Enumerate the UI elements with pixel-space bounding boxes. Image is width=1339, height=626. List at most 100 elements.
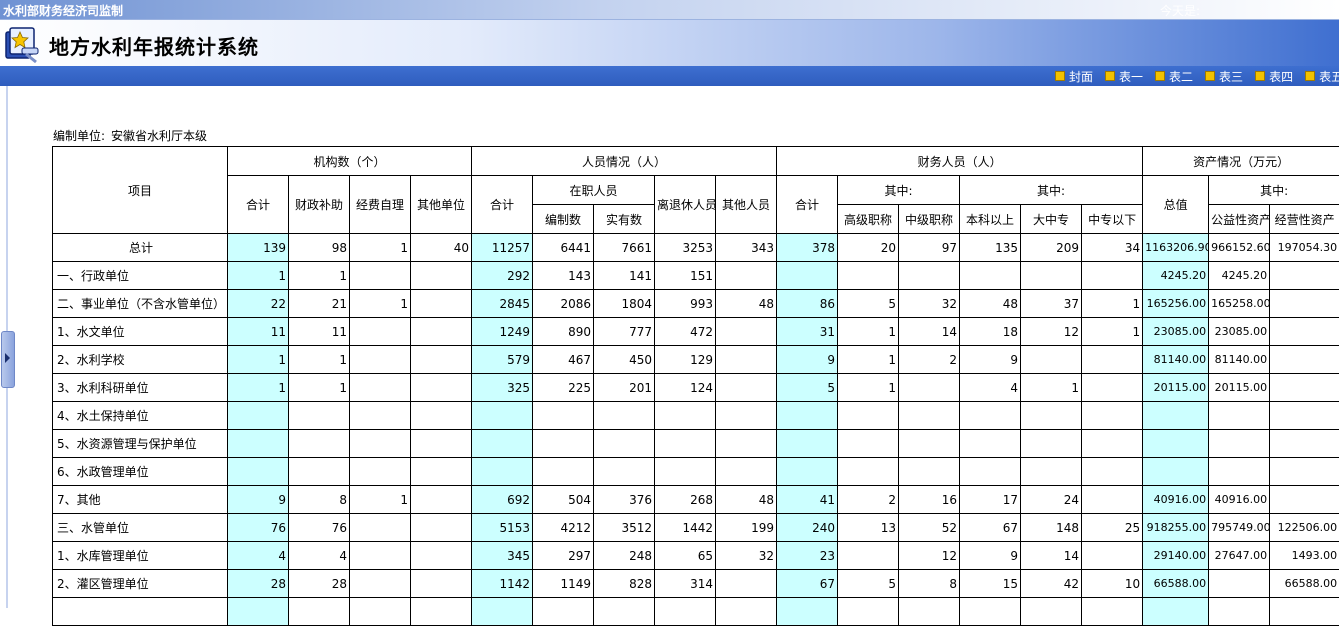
table-cell: 15 (960, 570, 1021, 598)
table-cell: 268 (655, 486, 716, 514)
table-cell (1270, 486, 1339, 514)
table-cell (289, 402, 350, 430)
table-cell: 16 (899, 486, 960, 514)
table-cell: 3512 (594, 514, 655, 542)
table-cell: 21 (289, 290, 350, 318)
table-cell (411, 262, 472, 290)
table-cell: 8 (289, 486, 350, 514)
table-row (53, 598, 1339, 626)
table-cell: 5 (777, 374, 838, 402)
table-cell: 1 (838, 318, 899, 346)
table-cell (228, 430, 289, 458)
table-cell: 23 (777, 542, 838, 570)
table-cell: 20 (838, 234, 899, 262)
table-cell: 12 (1021, 318, 1082, 346)
table-cell: 76 (289, 514, 350, 542)
nav-item-label: 表一 (1119, 70, 1143, 84)
nav-item[interactable]: 表五 (1305, 68, 1339, 85)
header-cw-zhongji: 中级职称 (899, 205, 960, 234)
sidebar-toggle-button[interactable] (1, 331, 15, 388)
table-cell (1209, 598, 1270, 626)
header-ry-shiyou: 实有数 (594, 205, 655, 234)
table-cell: 240 (777, 514, 838, 542)
table-cell (655, 598, 716, 626)
table-cell: 76 (228, 514, 289, 542)
table-cell (716, 346, 777, 374)
table-cell: 143 (533, 262, 594, 290)
table-cell (228, 402, 289, 430)
table-cell: 1493.00 (1270, 542, 1339, 570)
nav-item-label: 表三 (1219, 70, 1243, 84)
table-cell: 248 (594, 542, 655, 570)
app-banner: 地方水利年报统计系统 (0, 20, 1339, 66)
table-cell: 376 (594, 486, 655, 514)
table-cell: 22 (228, 290, 289, 318)
table-row: 5、水资源管理与保护单位 (53, 430, 1339, 458)
table-cell: 165258.00 (1209, 290, 1270, 318)
table-cell: 48 (716, 486, 777, 514)
nav-item[interactable]: 表一 (1105, 68, 1143, 85)
header-cw-qizhong-2: 其中: (960, 176, 1143, 205)
table-cell (1082, 458, 1143, 486)
table-cell (411, 402, 472, 430)
table-cell: 1 (838, 346, 899, 374)
table-cell (716, 598, 777, 626)
table-cell: 41 (777, 486, 838, 514)
table-cell: 1 (228, 262, 289, 290)
header-zc-jingying: 经营性资产 (1270, 205, 1339, 234)
table-cell: 297 (533, 542, 594, 570)
table-cell: 151 (655, 262, 716, 290)
table-cell (777, 598, 838, 626)
table-cell: 225 (533, 374, 594, 402)
bullet-icon (1105, 71, 1115, 81)
table-cell (1082, 346, 1143, 374)
row-label: 4、水土保持单位 (53, 402, 228, 430)
table-cell: 343 (716, 234, 777, 262)
table-cell (1209, 430, 1270, 458)
table-cell (655, 458, 716, 486)
bullet-icon (1055, 71, 1065, 81)
table-cell (472, 402, 533, 430)
table-cell: 7661 (594, 234, 655, 262)
table-cell: 4 (289, 542, 350, 570)
sidebar-collapse-handle[interactable] (0, 86, 14, 608)
table-cell (1143, 430, 1209, 458)
row-label: 6、水政管理单位 (53, 458, 228, 486)
table-cell (1209, 570, 1270, 598)
table-cell: 37 (1021, 290, 1082, 318)
nav-item[interactable]: 表四 (1255, 68, 1293, 85)
nav-item[interactable]: 封面 (1055, 68, 1093, 85)
table-cell: 23085.00 (1143, 318, 1209, 346)
table-cell: 450 (594, 346, 655, 374)
top-strip: 水利部财务经济司监制 今天是: (0, 0, 1339, 20)
header-ry-lituixiu: 离退休人员 (655, 176, 716, 234)
table-cell: 81140.00 (1209, 346, 1270, 374)
table-cell (289, 458, 350, 486)
nav-item[interactable]: 表二 (1155, 68, 1193, 85)
nav-item-label: 表五 (1319, 70, 1339, 84)
table-cell: 292 (472, 262, 533, 290)
table-cell (899, 458, 960, 486)
table-cell (350, 542, 411, 570)
table-cell: 29140.00 (1143, 542, 1209, 570)
table-row: 4、水土保持单位 (53, 402, 1339, 430)
table-cell: 9 (960, 542, 1021, 570)
table-cell (716, 402, 777, 430)
table-cell (899, 402, 960, 430)
table-cell: 1163206.90 (1143, 234, 1209, 262)
table-cell (1082, 402, 1143, 430)
table-cell: 5 (838, 570, 899, 598)
table-cell (1021, 346, 1082, 374)
table-cell: 31 (777, 318, 838, 346)
table-cell (350, 514, 411, 542)
table-cell: 34 (1082, 234, 1143, 262)
nav-item[interactable]: 表三 (1205, 68, 1243, 85)
table-cell: 17 (960, 486, 1021, 514)
table-cell: 32 (899, 290, 960, 318)
table-cell (411, 318, 472, 346)
table-cell: 11 (289, 318, 350, 346)
table-row: 6、水政管理单位 (53, 458, 1339, 486)
table-cell: 129 (655, 346, 716, 374)
nav-item-label: 表四 (1269, 70, 1293, 84)
table-cell (1270, 402, 1339, 430)
